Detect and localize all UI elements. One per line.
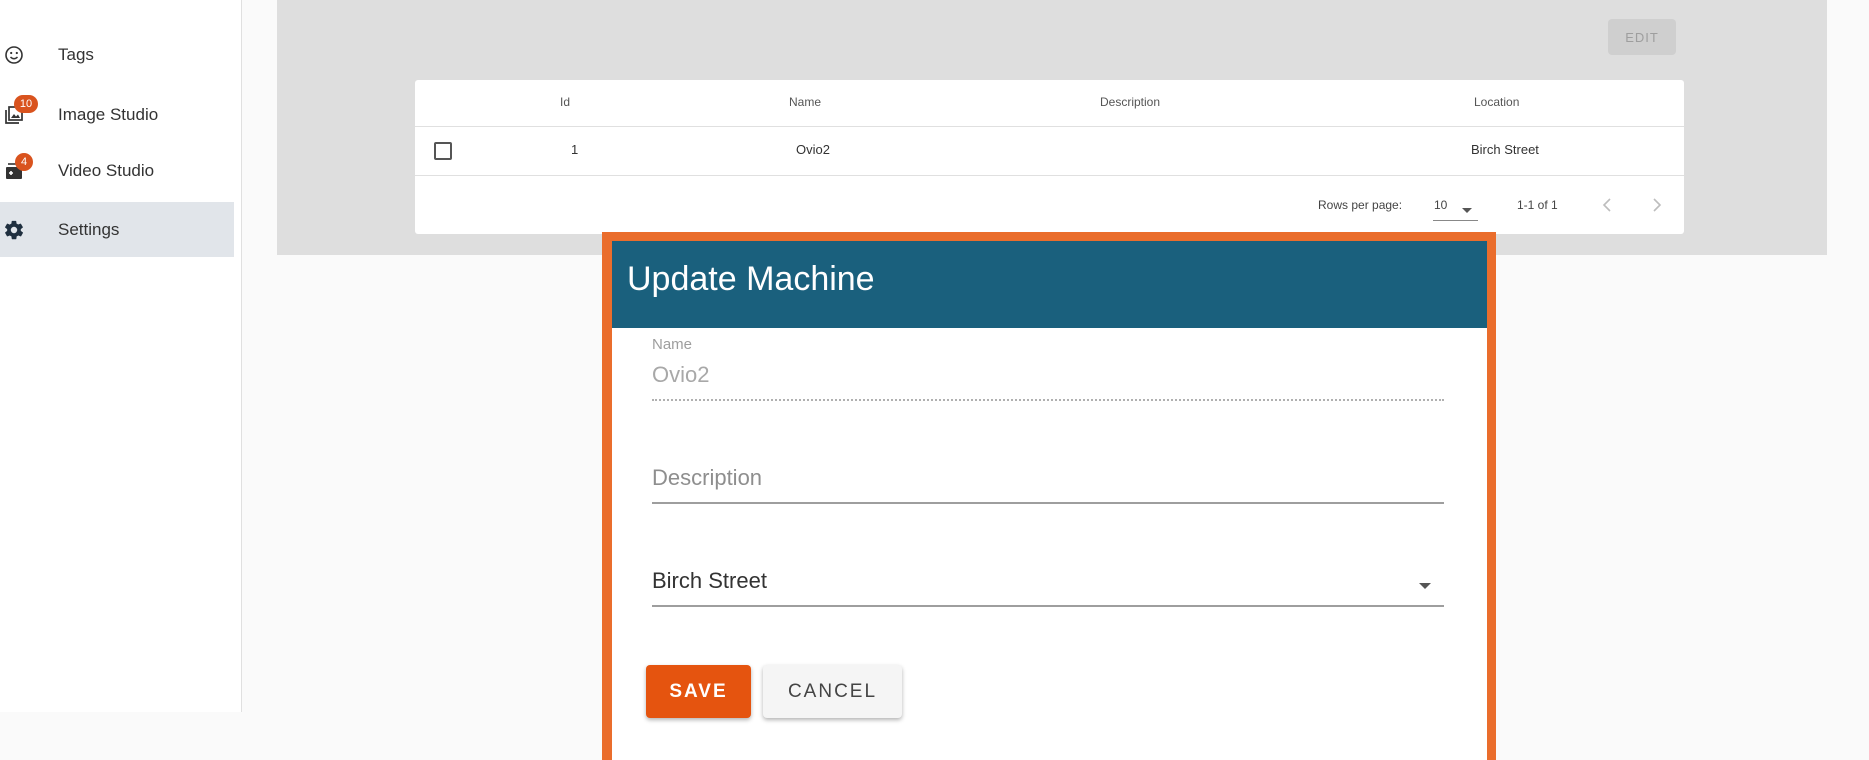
chevron-right-icon[interactable] <box>1651 197 1663 218</box>
location-select-underline <box>652 605 1444 607</box>
cell-id: 1 <box>571 142 579 157</box>
cell-name: Ovio2 <box>796 142 830 157</box>
edit-button[interactable]: EDIT <box>1608 19 1676 55</box>
notification-badge: 10 <box>14 95 38 113</box>
divider <box>415 175 1684 176</box>
location-select[interactable]: Birch Street <box>652 560 1444 608</box>
column-header-location[interactable]: Location <box>1474 95 1519 109</box>
save-button[interactable]: SAVE <box>646 665 751 718</box>
sidebar-item-label: Video Studio <box>58 160 155 180</box>
name-field: Ovio2 <box>652 362 710 387</box>
description-field[interactable]: Description <box>652 465 762 491</box>
sidebar-item-image-studio[interactable]: 10 Image Studio <box>0 87 234 142</box>
caret-down-icon <box>1417 578 1433 596</box>
cancel-button[interactable]: CANCEL <box>763 665 902 718</box>
caret-down-icon <box>1461 202 1473 220</box>
sidebar-item-label: Image Studio <box>58 104 159 124</box>
rows-per-page-value: 10 <box>1434 198 1448 212</box>
description-field-underline <box>652 502 1444 504</box>
sidebar-item-tags[interactable]: Tags <box>0 27 234 82</box>
gear-icon <box>2 218 26 242</box>
divider <box>415 126 1684 127</box>
notification-badge: 4 <box>15 153 33 171</box>
dialog-title: Update Machine <box>627 260 875 298</box>
column-header-id[interactable]: Id <box>560 95 570 109</box>
chevron-left-icon[interactable] <box>1601 197 1613 218</box>
rows-per-page-select[interactable]: 10 <box>1433 193 1478 221</box>
sidebar-item-label: Tags <box>58 44 94 64</box>
sidebar-item-settings[interactable]: Settings <box>0 202 234 257</box>
sidebar-item-label: Settings <box>58 219 120 239</box>
column-header-name[interactable]: Name <box>789 95 821 109</box>
rows-per-page-label: Rows per page: <box>1318 198 1403 212</box>
sidebar: Tags 10 Image Studio 4 Video Studio Sett… <box>0 0 242 712</box>
cell-location: Birch Street <box>1471 142 1539 157</box>
sidebar-item-video-studio[interactable]: 4 Video Studio <box>0 143 234 198</box>
name-field-label: Name <box>652 336 693 353</box>
name-field-underline <box>652 399 1444 401</box>
row-checkbox[interactable] <box>434 142 452 160</box>
smiley-icon <box>2 43 26 67</box>
column-header-description[interactable]: Description <box>1100 95 1160 109</box>
pagination-range: 1-1 of 1 <box>1517 198 1558 212</box>
location-select-value: Birch Street <box>652 568 767 593</box>
